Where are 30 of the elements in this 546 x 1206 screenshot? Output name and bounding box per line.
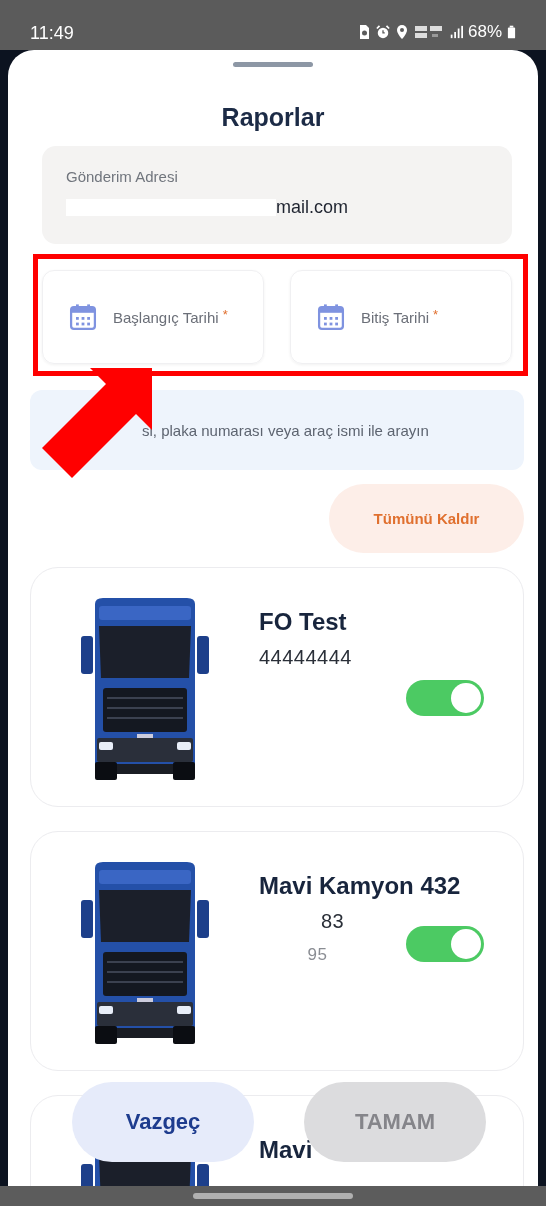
cancel-button[interactable]: Vazgeç <box>72 1082 254 1162</box>
sheet-title: Raporlar <box>220 103 326 131</box>
vehicle-name: Mavi Kamyon 432 <box>259 872 462 900</box>
required-mark: * <box>222 306 228 322</box>
field-value: mail.com <box>276 197 348 218</box>
calendar-icon <box>69 303 97 331</box>
battery-percent: 68% <box>467 22 502 42</box>
vehicle-detail: 95 <box>307 945 328 965</box>
vehicle-name: FO Test <box>259 608 348 636</box>
vehicle-card[interactable]: FO Test 44444444 <box>30 567 524 807</box>
vehicle-detail: 44444444 <box>259 646 353 669</box>
date-field[interactable]: Bitiş Tarihi * <box>290 270 512 364</box>
toggle-switch[interactable] <box>406 926 484 962</box>
signal-icon <box>448 24 463 40</box>
vehicle-detail: 83 <box>320 910 345 933</box>
date-label: Başlangıç Tarihi <box>113 308 219 326</box>
required-mark: * <box>433 306 439 322</box>
status-time: 11:49 <box>30 23 74 45</box>
date-field[interactable]: Başlangıç Tarihi * <box>42 270 264 364</box>
battery-icon <box>507 24 516 40</box>
calendar-icon <box>317 303 345 331</box>
home-indicator[interactable] <box>193 1193 353 1199</box>
vehicle-card[interactable]: Mavi Kamyon 432 83 95 <box>30 831 524 1071</box>
field-label: Gönderim Adresi <box>66 168 179 185</box>
location-icon <box>394 24 409 40</box>
toggle-switch[interactable] <box>406 680 484 716</box>
date-label: Bitiş Tarihi <box>361 308 430 326</box>
email-field[interactable]: Gönderim Adresi mail.com <box>42 146 512 244</box>
alarm-icon <box>375 24 390 40</box>
drag-handle[interactable] <box>233 62 313 67</box>
